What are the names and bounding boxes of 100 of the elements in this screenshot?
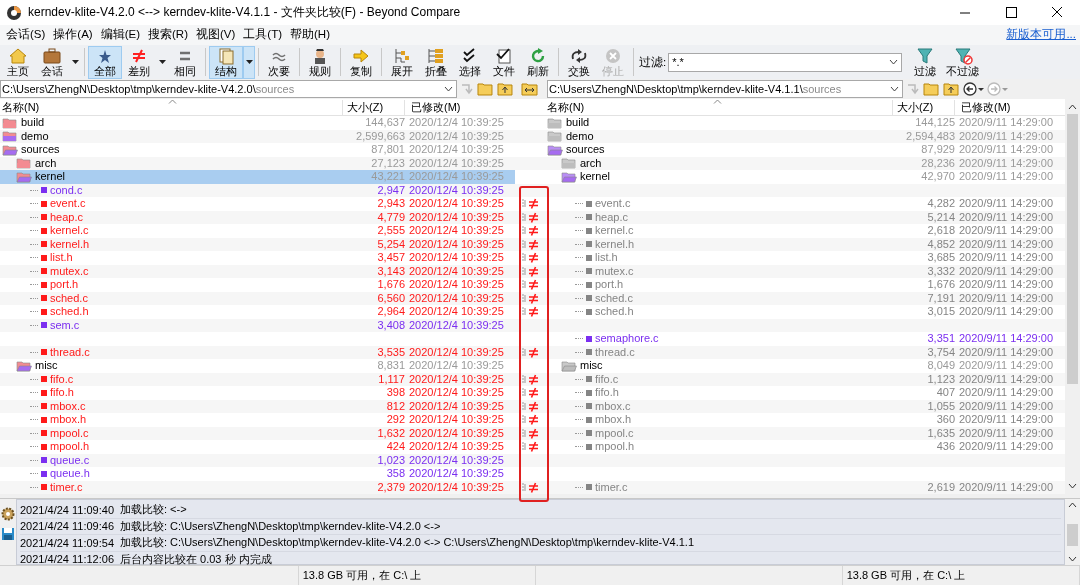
menu-item[interactable]: 搜索(R) [144,27,192,43]
toolbar-button[interactable]: 过滤 [908,45,943,79]
path-field[interactable]: C:\Users\ZhengN\Desktop\tmp\kerndev-klite-V4.2.0\sources [0,80,458,99]
menu-item[interactable]: 编辑(E) [96,27,145,43]
file-name[interactable]: fifo.c [595,372,619,387]
toolbar-button[interactable]: 复制 [344,45,378,79]
dropdown-button[interactable] [243,45,255,79]
column-header[interactable]: 大小(Z) [893,99,955,115]
toolbar-button[interactable]: 主页 [1,45,35,79]
file-name[interactable]: event.c [595,197,631,211]
file-name[interactable]: queue.h [50,467,90,481]
file-name[interactable]: port.h [50,278,79,292]
list-row[interactable]: sched.c 6,560 2020/12/4 10:39:25 sched.c 7,191 2020/9/11 14:29:00 [0,291,1065,306]
list-row[interactable]: mutex.c 3,143 2020/12/4 10:39:25 mutex.c 3,332 2020/9/11 14:29:00 [0,264,1065,279]
file-name[interactable]: list.h [595,251,618,265]
folder-name[interactable]: build [21,116,45,130]
list-row[interactable]: demo 2,599,663 2020/12/4 10:39:25 demo 2,594,483 2020/9/11 14:29:00 [0,129,1065,144]
toolbar-button[interactable]: 相同 [168,45,202,79]
toolbar-button[interactable]: 规则 [303,45,337,79]
update-link[interactable]: 新版本可用... [1006,27,1076,43]
save-icon[interactable] [1,527,15,542]
file-name[interactable]: kernel.c [50,224,89,238]
toolbar-button[interactable]: 刷新 [521,45,555,79]
list-row[interactable]: queue.c 1,023 2020/12/4 10:39:25 [0,453,1065,468]
list-row[interactable]: semaphore.c 3,351 2020/9/11 14:29:00 [0,332,1065,346]
file-name[interactable]: fifo.h [595,386,619,400]
folder-name[interactable]: sources [566,143,605,157]
folder-name[interactable]: build [566,116,590,130]
file-name[interactable]: heap.c [50,210,84,225]
file-name[interactable]: sched.h [595,305,634,319]
folder-up-icon[interactable] [943,82,961,97]
file-name[interactable]: mpool.c [595,426,634,441]
toolbar-button[interactable]: 折叠 [419,45,453,79]
toolbar-button[interactable]: 会话 [35,45,69,79]
file-name[interactable]: timer.c [50,480,83,495]
list-row[interactable]: mbox.h 292 2020/12/4 10:39:25 mbox.h 360 2020/9/11 14:29:00 [0,413,1065,427]
file-name[interactable]: mbox.h [50,413,87,427]
folder-name[interactable]: kernel [580,170,610,184]
scroll-up-icon[interactable] [1068,502,1077,509]
file-name[interactable]: queue.c [50,453,90,468]
filter-field[interactable]: *.* [668,52,903,72]
file-name[interactable]: mutex.c [595,264,634,279]
file-name[interactable]: thread.c [50,345,90,360]
gear-icon[interactable] [1,507,15,522]
file-name[interactable]: semaphore.c [595,332,659,346]
file-name[interactable]: kernel.c [595,224,634,238]
file-name[interactable]: fifo.h [50,386,74,400]
file-name[interactable]: list.h [50,251,73,265]
list-row[interactable]: cond.c 2,947 2020/12/4 10:39:25 [0,183,1065,198]
list-row[interactable]: heap.c 4,779 2020/12/4 10:39:25 heap.c 5,214 2020/9/11 14:29:00 [0,210,1065,225]
list-row[interactable]: sem.c 3,408 2020/12/4 10:39:25 [0,318,1065,333]
file-name[interactable]: kernel.h [595,237,635,252]
menu-item[interactable]: 视图(V) [192,27,240,43]
file-name[interactable]: cond.c [50,183,83,198]
list-row[interactable]: kernel.h 5,254 2020/12/4 10:39:25 kernel.h 4,852 2020/9/11 14:29:00 [0,237,1065,252]
file-name[interactable]: sched.c [595,291,633,306]
folder-name[interactable]: arch [580,156,602,171]
folder-name[interactable]: misc [35,359,58,373]
column-header[interactable]: 名称(N) [0,99,343,115]
list-row[interactable]: list.h 3,457 2020/12/4 10:39:25 list.h 3,685 2020/9/11 14:29:00 [0,251,1065,265]
scrollbar-thumb[interactable] [1067,524,1078,547]
toolbar-button[interactable]: 交换 [562,45,596,79]
toolbar-button[interactable]: 全部 [88,45,122,79]
scroll-up-icon[interactable] [1068,104,1077,111]
file-name[interactable]: mpool.h [50,440,90,454]
file-name[interactable]: mbox.c [595,399,631,414]
list-row[interactable]: mpool.c 1,632 2020/12/4 10:39:25 mpool.c 1,635 2020/9/11 14:29:00 [0,426,1065,441]
folder-name[interactable]: demo [566,129,594,144]
list-row[interactable]: sched.h 2,964 2020/12/4 10:39:25 sched.h 3,015 2020/9/11 14:29:00 [0,305,1065,319]
list-row[interactable]: queue.h 358 2020/12/4 10:39:25 [0,467,1065,481]
file-name[interactable]: event.c [50,197,86,211]
list-row[interactable]: fifo.h 398 2020/12/4 10:39:25 fifo.h 407 2020/9/11 14:29:00 [0,386,1065,400]
folder-name[interactable]: sources [21,143,60,157]
list-row[interactable]: misc 8,831 2020/12/4 10:39:25 misc 8,049 2020/9/11 14:29:00 [0,359,1065,373]
toolbar-button[interactable]: 次要 [262,45,296,79]
file-name[interactable]: mpool.c [50,426,89,441]
back-icon[interactable] [963,82,985,97]
file-name[interactable]: thread.c [595,345,635,360]
list-row[interactable]: event.c 2,943 2020/12/4 10:39:25 event.c 4,282 2020/9/11 14:29:00 [0,197,1065,211]
list-row[interactable]: arch 27,123 2020/12/4 10:39:25 arch 28,236 2020/9/11 14:29:00 [0,156,1065,171]
folder-name[interactable]: arch [35,156,57,171]
toolbar-button[interactable]: 差别 [122,45,156,79]
file-name[interactable]: heap.c [595,210,629,225]
path-field[interactable]: C:\Users\ZhengN\Desktop\tmp\kerndev-klite-V4.1.1\sources [547,80,903,99]
list-row[interactable]: timer.c 2,379 2020/12/4 10:39:25 timer.c 2,619 2020/9/11 14:29:00 [0,480,1065,495]
file-name[interactable]: mpool.h [595,440,635,454]
file-name[interactable]: timer.c [595,480,628,495]
column-header[interactable]: 名称(N) [545,99,893,115]
toolbar-button[interactable]: 文件 [487,45,521,79]
file-name[interactable]: port.h [595,278,624,292]
scrollbar[interactable] [1065,99,1080,495]
list-row[interactable]: build 144,637 2020/12/4 10:39:25 build 144,125 2020/9/11 14:29:00 [0,116,1065,130]
toolbar-button[interactable]: 结构 [209,45,243,79]
file-name[interactable]: sem.c [50,318,80,333]
list-row[interactable]: thread.c 3,535 2020/12/4 10:39:25 thread.c 3,754 2020/9/11 14:29:00 [0,345,1065,360]
menu-item[interactable]: 会话(S) [2,27,50,43]
file-name[interactable]: sched.h [50,305,89,319]
file-name[interactable]: fifo.c [50,372,74,387]
list-row[interactable]: sources 87,801 2020/12/4 10:39:25 sources 87,929 2020/9/11 14:29:00 [0,143,1065,157]
column-header[interactable]: 已修改(M) [955,99,1065,115]
